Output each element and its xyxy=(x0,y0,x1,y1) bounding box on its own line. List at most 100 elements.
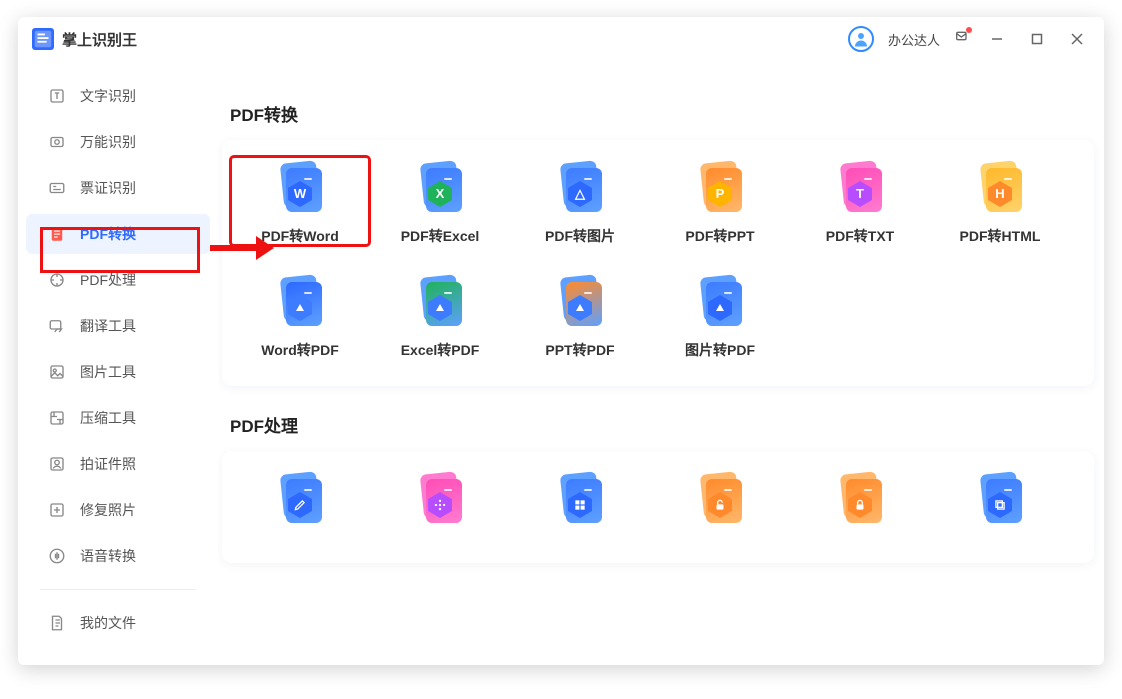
nav-label: 修复照片 xyxy=(80,500,136,520)
nav-photo-restore[interactable]: 修复照片 xyxy=(26,490,210,530)
nav-label: 压缩工具 xyxy=(80,408,136,428)
nav-id-photo[interactable]: 拍证件照 xyxy=(26,444,210,484)
feature-badge-icon xyxy=(846,491,874,519)
feature-item[interactable] xyxy=(790,471,930,537)
feature-icon: W xyxy=(272,160,328,216)
feature-item[interactable]: WPDF转Word xyxy=(230,156,370,246)
nav-pdf-process[interactable]: PDF处理 xyxy=(26,260,210,300)
feature-icon: △ xyxy=(552,160,608,216)
nav-translate[interactable]: 翻译工具 xyxy=(26,306,210,346)
feature-item[interactable] xyxy=(930,471,1070,537)
feature-badge-icon: H xyxy=(986,180,1014,208)
ticket-ocr-icon xyxy=(48,179,66,197)
translate-icon xyxy=(48,317,66,335)
nav-label: 票证识别 xyxy=(80,178,136,198)
feature-label: PDF转HTML xyxy=(930,226,1070,246)
feature-badge-icon xyxy=(706,491,734,519)
feature-label: Word转PDF xyxy=(230,340,370,360)
feature-badge-icon xyxy=(566,294,594,322)
feature-badge-icon xyxy=(986,491,1014,519)
feature-badge-icon: W xyxy=(286,180,314,208)
nav-label: PDF转换 xyxy=(80,224,136,244)
panel-convert: WPDF转WordXPDF转Excel △ PDF转图片 P PDF转PPTTPDF转T… xyxy=(222,140,1094,386)
nav-label: 拍证件照 xyxy=(80,454,136,474)
universal-ocr-icon xyxy=(48,133,66,151)
feature-item[interactable] xyxy=(370,471,510,537)
nav-label: 文字识别 xyxy=(80,86,136,106)
nav-universal-ocr[interactable]: 万能识别 xyxy=(26,122,210,162)
close-button[interactable] xyxy=(1064,26,1090,52)
user-name[interactable]: 办公达人 xyxy=(888,30,940,49)
feature-badge-icon xyxy=(566,491,594,519)
feature-icon xyxy=(412,274,468,330)
feature-icon xyxy=(272,471,328,527)
compress-icon xyxy=(48,409,66,427)
nav-my-files[interactable]: 我的文件 xyxy=(26,603,210,643)
feature-icon xyxy=(552,471,608,527)
feature-icon xyxy=(692,274,748,330)
feature-icon: X xyxy=(412,160,468,216)
feature-icon: P xyxy=(692,160,748,216)
audio-convert-icon xyxy=(48,547,66,565)
feature-item[interactable]: 图片转PDF xyxy=(650,274,790,360)
feature-icon: H xyxy=(972,160,1028,216)
feature-label: PDF转图片 xyxy=(510,226,650,246)
feature-icon xyxy=(972,471,1028,527)
nav-label: 图片工具 xyxy=(80,362,136,382)
feature-item[interactable]: Word转PDF xyxy=(230,274,370,360)
feature-badge-icon: P xyxy=(706,180,734,208)
feature-item[interactable]: PPT转PDF xyxy=(510,274,650,360)
pdf-convert-icon xyxy=(48,225,66,243)
image-tools-icon xyxy=(48,363,66,381)
feature-badge-icon xyxy=(426,491,454,519)
feature-label: 图片转PDF xyxy=(650,340,790,360)
feature-badge-icon: T xyxy=(846,180,874,208)
nav-label: 翻译工具 xyxy=(80,316,136,336)
minimize-button[interactable] xyxy=(984,26,1010,52)
avatar[interactable] xyxy=(848,26,874,52)
nav-label: 万能识别 xyxy=(80,132,136,152)
pdf-process-icon xyxy=(48,271,66,289)
photo-restore-icon xyxy=(48,501,66,519)
feature-item[interactable] xyxy=(650,471,790,537)
nav-pdf-convert[interactable]: PDF转换 xyxy=(26,214,210,254)
id-photo-icon xyxy=(48,455,66,473)
feature-grid-process xyxy=(230,465,1086,559)
feature-icon xyxy=(552,274,608,330)
feature-icon xyxy=(832,471,888,527)
sidebar: 文字识别 万能识别 票证识别 PDF转换 PDF处理 翻译工具 图片工具 压缩 xyxy=(18,17,218,665)
feature-item[interactable]: TPDF转TXT xyxy=(790,160,930,246)
feature-item[interactable]: Excel转PDF xyxy=(370,274,510,360)
feature-item[interactable] xyxy=(510,471,650,537)
app-logo-icon xyxy=(32,28,54,50)
feature-label: PPT转PDF xyxy=(510,340,650,360)
feature-icon xyxy=(692,471,748,527)
message-icon[interactable] xyxy=(954,29,970,50)
feature-label: PDF转PPT xyxy=(650,226,790,246)
nav-compress[interactable]: 压缩工具 xyxy=(26,398,210,438)
notification-dot xyxy=(966,27,972,33)
feature-icon: T xyxy=(832,160,888,216)
feature-icon xyxy=(412,471,468,527)
app-window: 掌上识别王 办公达人 文字识别 xyxy=(18,17,1104,665)
nav-ticket-ocr[interactable]: 票证识别 xyxy=(26,168,210,208)
main-content: PDF转换 WPDF转WordXPDF转Excel△PDF转图片PPDF转PPT… xyxy=(218,17,1104,665)
sidebar-divider xyxy=(40,589,196,590)
app-title: 掌上识别王 xyxy=(62,29,137,50)
nav-label: 语音转换 xyxy=(80,546,136,566)
maximize-button[interactable] xyxy=(1024,26,1050,52)
feature-item[interactable]: XPDF转Excel xyxy=(370,160,510,246)
nav-image-tools[interactable]: 图片工具 xyxy=(26,352,210,392)
nav-audio-convert[interactable]: 语音转换 xyxy=(26,536,210,576)
nav-label: 我的文件 xyxy=(80,613,136,633)
feature-label: Excel转PDF xyxy=(370,340,510,360)
feature-grid-convert: WPDF转WordXPDF转Excel △ PDF转图片 P PDF转PPTTPDF转T… xyxy=(230,154,1086,382)
feature-badge-icon xyxy=(706,294,734,322)
feature-item[interactable] xyxy=(230,471,370,537)
feature-badge-icon: △ xyxy=(566,180,594,208)
nav-text-ocr[interactable]: 文字识别 xyxy=(26,76,210,116)
panel-process xyxy=(222,451,1094,563)
feature-item[interactable]: △ PDF转图片 xyxy=(510,160,650,246)
feature-item[interactable]: H PDF转HTML xyxy=(930,160,1070,246)
feature-item[interactable]: P PDF转PPT xyxy=(650,160,790,246)
